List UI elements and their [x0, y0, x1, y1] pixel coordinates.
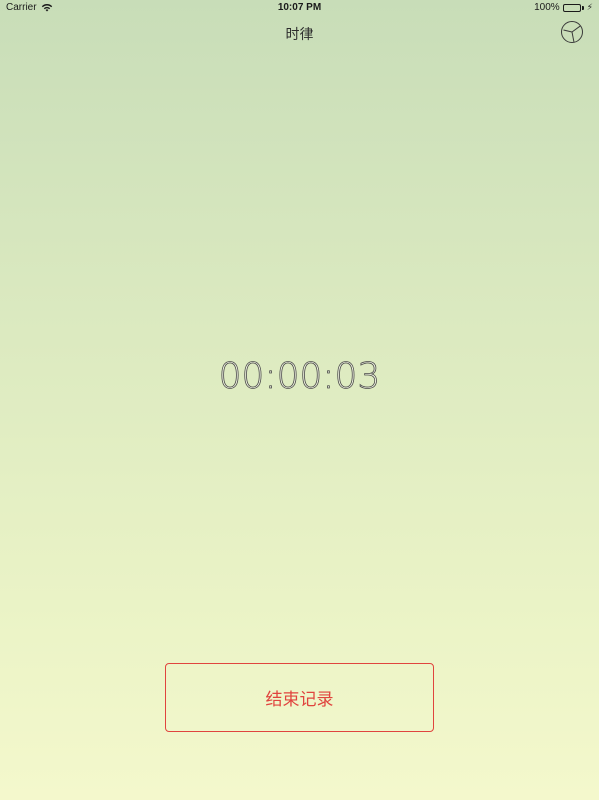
status-time: 10:07 PM [277, 2, 322, 13]
status-right: 100% ⚡ [534, 2, 593, 13]
end-record-button[interactable]: 结束记录 [165, 663, 434, 732]
battery-icon [562, 3, 584, 12]
page-title: 时律 [285, 26, 314, 42]
pie-chart-icon [560, 20, 584, 44]
charging-bolt-icon: ⚡ [586, 2, 593, 12]
statistics-button[interactable] [560, 20, 584, 44]
elapsed-timer: 00:00:03 [0, 356, 599, 398]
status-bar: Carrier 10:07 PM 100% ⚡ [0, 0, 599, 16]
battery-percent: 100% [534, 2, 560, 13]
timer-value: 00:00:03 [218, 356, 381, 398]
